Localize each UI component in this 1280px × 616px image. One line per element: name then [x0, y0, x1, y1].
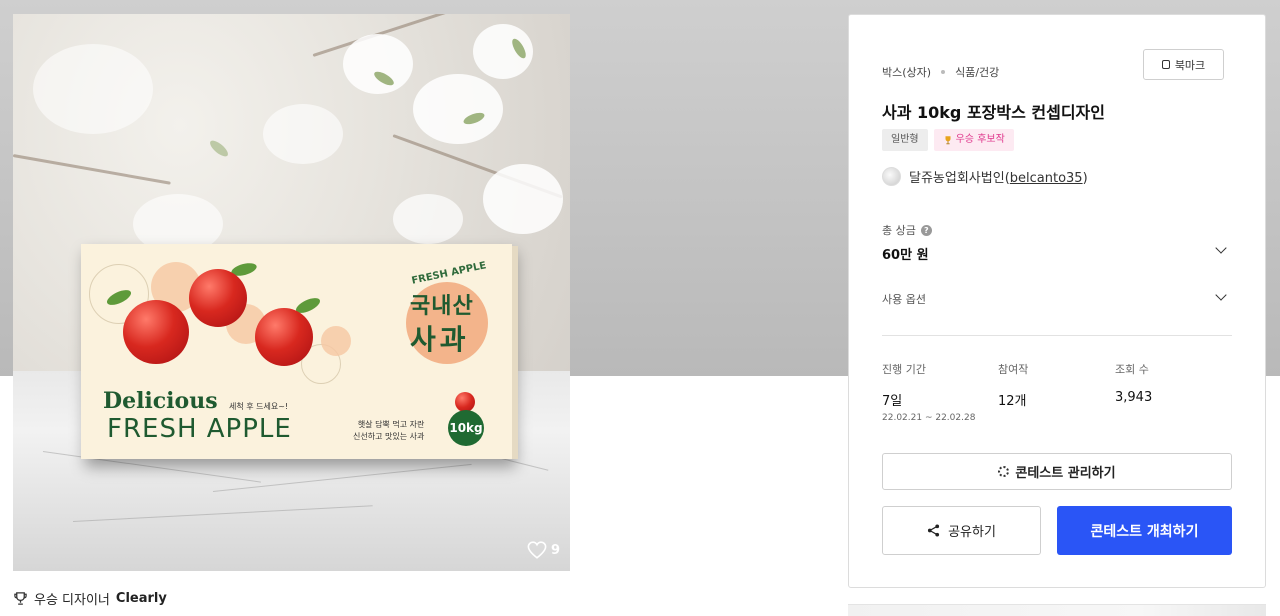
divider	[882, 335, 1232, 336]
prize-label: 총 상금 ?	[882, 222, 932, 238]
apple-illustration	[189, 269, 247, 327]
contest-title: 사과 10kg 포장박스 컨셉디자인	[882, 103, 1105, 122]
apple-box-side	[512, 246, 518, 459]
stat-period: 진행 기간 7일 22.02.21 ~ 22.02.28	[882, 361, 975, 423]
blossom	[393, 194, 463, 244]
manage-contest-button[interactable]: 콘테스트 관리하기	[882, 453, 1232, 490]
bookmark-button[interactable]: 북마크	[1143, 49, 1224, 80]
usage-option-label[interactable]: 사용 옵션	[882, 291, 926, 307]
help-icon[interactable]: ?	[920, 224, 932, 236]
category-food[interactable]: 식품/건강	[955, 64, 999, 80]
contest-info-panel: 박스(상자) 식품/건강 북마크 사과 10kg 포장박스 컨셉디자인 일반형 …	[848, 14, 1266, 588]
domestic-text: 국내산	[410, 294, 474, 319]
delicious-text: Delicious	[103, 388, 218, 414]
category-box[interactable]: 박스(상자)	[882, 64, 931, 80]
award-tag-label: 우승 후보작	[955, 134, 1005, 145]
share-button[interactable]: 공유하기	[882, 506, 1041, 555]
marble-vein	[212, 463, 472, 492]
heart-icon	[527, 541, 547, 559]
fresh-apple-text: FRESH APPLE	[107, 414, 292, 444]
manage-contest-label: 콘테스트 관리하기	[1015, 466, 1116, 481]
share-icon	[928, 524, 940, 537]
mini-apple-icon	[455, 392, 475, 412]
blossom	[483, 164, 563, 234]
stat-views: 조회 수 3,943	[1115, 361, 1152, 405]
views-value: 3,943	[1115, 390, 1153, 405]
share-label: 공유하기	[948, 525, 996, 540]
owner-name: 달쥬농업회사법인	[909, 171, 1005, 186]
box-tagline: 햇살 담뿍 먹고 자란 신선하고 맛있는 사과	[353, 419, 424, 443]
blossom	[33, 44, 153, 134]
bookmark-label: 북마크	[1174, 58, 1206, 72]
like-count: 9	[550, 542, 560, 558]
apple-box-front: FRESH APPLE 국내산 사과 Delicious 세척 후 드세요~! …	[81, 244, 512, 459]
blossom-branch	[13, 154, 171, 185]
period-value: 7일	[882, 394, 903, 409]
breadcrumb: 박스(상자) 식품/건강	[882, 64, 999, 80]
contest-owner[interactable]: 달쥬농업회사법인(belcanto35)	[882, 167, 1088, 186]
prize-label-text: 총 상금	[882, 224, 916, 237]
winner-prefix: 우승 디자이너	[34, 593, 110, 608]
blossom	[343, 34, 413, 94]
blossom	[263, 104, 343, 164]
apple-illustration	[123, 300, 189, 364]
owner-id-close: )	[1082, 171, 1088, 186]
weight-badge: 10kg	[448, 410, 484, 446]
entries-value: 12개	[998, 394, 1027, 409]
entries-label: 참여작	[998, 363, 1029, 376]
owner-text: 달쥬농업회사법인(belcanto35)	[909, 167, 1088, 186]
wash-note: 세척 후 드세요~!	[229, 402, 289, 411]
type-tag: 일반형	[882, 129, 928, 151]
stat-entries: 참여작 12개	[998, 361, 1028, 409]
period-range: 22.02.21 ~ 22.02.28	[882, 413, 976, 423]
next-section-preview	[848, 604, 1266, 616]
tag-list: 일반형 우승 후보작	[882, 129, 1014, 151]
apple-illustration	[255, 308, 313, 366]
leaf	[207, 137, 231, 160]
bookmark-icon	[1161, 60, 1170, 69]
prize-value: 60만 원	[882, 248, 929, 263]
box-tagline-line2: 신선하고 맛있는 사과	[353, 432, 425, 441]
period-label: 진행 기간	[882, 363, 926, 376]
usage-expand-chevron-icon[interactable]	[1215, 289, 1227, 301]
prize-expand-chevron-icon[interactable]	[1215, 242, 1227, 254]
host-contest-button[interactable]: 콘테스트 개최하기	[1057, 506, 1232, 555]
separator-dot	[941, 70, 946, 74]
apple-kr-text: 사과	[410, 323, 470, 356]
award-tag: 우승 후보작	[933, 129, 1014, 151]
gear-icon	[998, 466, 1010, 477]
peach-circle	[321, 326, 351, 356]
trophy-icon	[14, 592, 27, 605]
box-tagline-line1: 햇살 담뿍 먹고 자란	[357, 420, 425, 429]
owner-id[interactable]: belcanto35	[1010, 171, 1083, 186]
product-image[interactable]: FRESH APPLE 국내산 사과 Delicious 세척 후 드세요~! …	[13, 14, 570, 571]
blossom	[413, 74, 503, 144]
like-button[interactable]: 9	[527, 541, 560, 559]
owner-avatar	[882, 167, 901, 186]
trophy-icon	[945, 136, 951, 145]
views-label: 조회 수	[1115, 363, 1149, 376]
marble-vein	[72, 505, 373, 522]
winner-name[interactable]: Clearly	[116, 591, 167, 606]
winner-designer: 우승 디자이너 Clearly	[13, 589, 167, 608]
